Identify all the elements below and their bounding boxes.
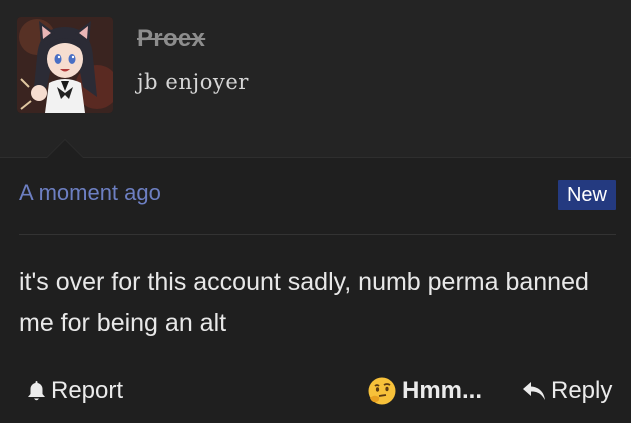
reply-button[interactable]: Reply bbox=[522, 373, 612, 409]
new-badge: New bbox=[557, 180, 616, 210]
post-timestamp[interactable]: A moment ago bbox=[19, 180, 161, 206]
reply-arrow-icon bbox=[522, 381, 546, 401]
username[interactable]: Proex bbox=[137, 25, 205, 53]
react-label: Hmm... bbox=[402, 377, 483, 404]
post-header: Proex jb enjoyer bbox=[0, 0, 631, 158]
react-hmm-button[interactable]: Hmm... bbox=[367, 373, 482, 409]
thinking-face-icon bbox=[367, 376, 397, 406]
bell-icon bbox=[27, 380, 46, 402]
header-pointer-arrow bbox=[46, 139, 84, 158]
reply-label: Reply bbox=[551, 377, 613, 404]
divider bbox=[19, 234, 616, 235]
user-title: jb enjoyer bbox=[137, 70, 250, 94]
user-avatar[interactable] bbox=[17, 17, 113, 113]
post-card: Proex jb enjoyer A moment ago New it's o… bbox=[0, 0, 631, 423]
post-message: it's over for this account sadly, numb p… bbox=[19, 268, 589, 337]
report-label: Report bbox=[51, 377, 124, 404]
report-button[interactable]: Report bbox=[27, 373, 123, 409]
